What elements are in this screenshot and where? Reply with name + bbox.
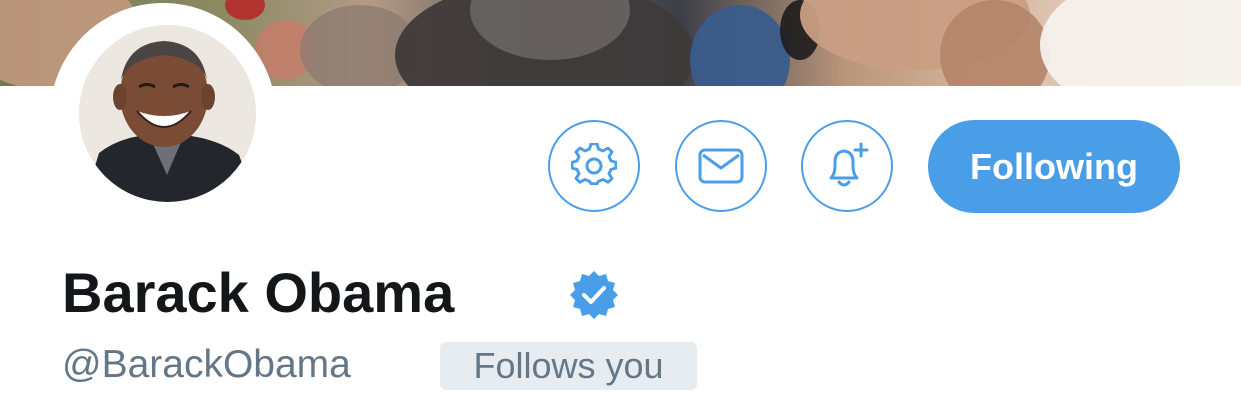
profile-handle: @BarackObama xyxy=(62,343,351,386)
profile-display-name: Barack Obama xyxy=(62,261,455,324)
follows-you-badge: Follows you xyxy=(440,342,697,390)
avatar-photo xyxy=(79,25,256,202)
settings-button[interactable] xyxy=(548,120,640,212)
bell-plus-icon xyxy=(829,142,869,187)
verified-badge-icon xyxy=(570,271,618,319)
gear-icon xyxy=(571,143,617,186)
profile-header: Following Barack Obama @BarackObama Foll… xyxy=(0,0,1241,413)
profile-avatar[interactable] xyxy=(50,3,276,229)
following-button[interactable]: Following xyxy=(928,120,1180,213)
message-button[interactable] xyxy=(675,120,767,212)
envelope-icon xyxy=(698,148,744,184)
notifications-button[interactable] xyxy=(801,120,893,212)
